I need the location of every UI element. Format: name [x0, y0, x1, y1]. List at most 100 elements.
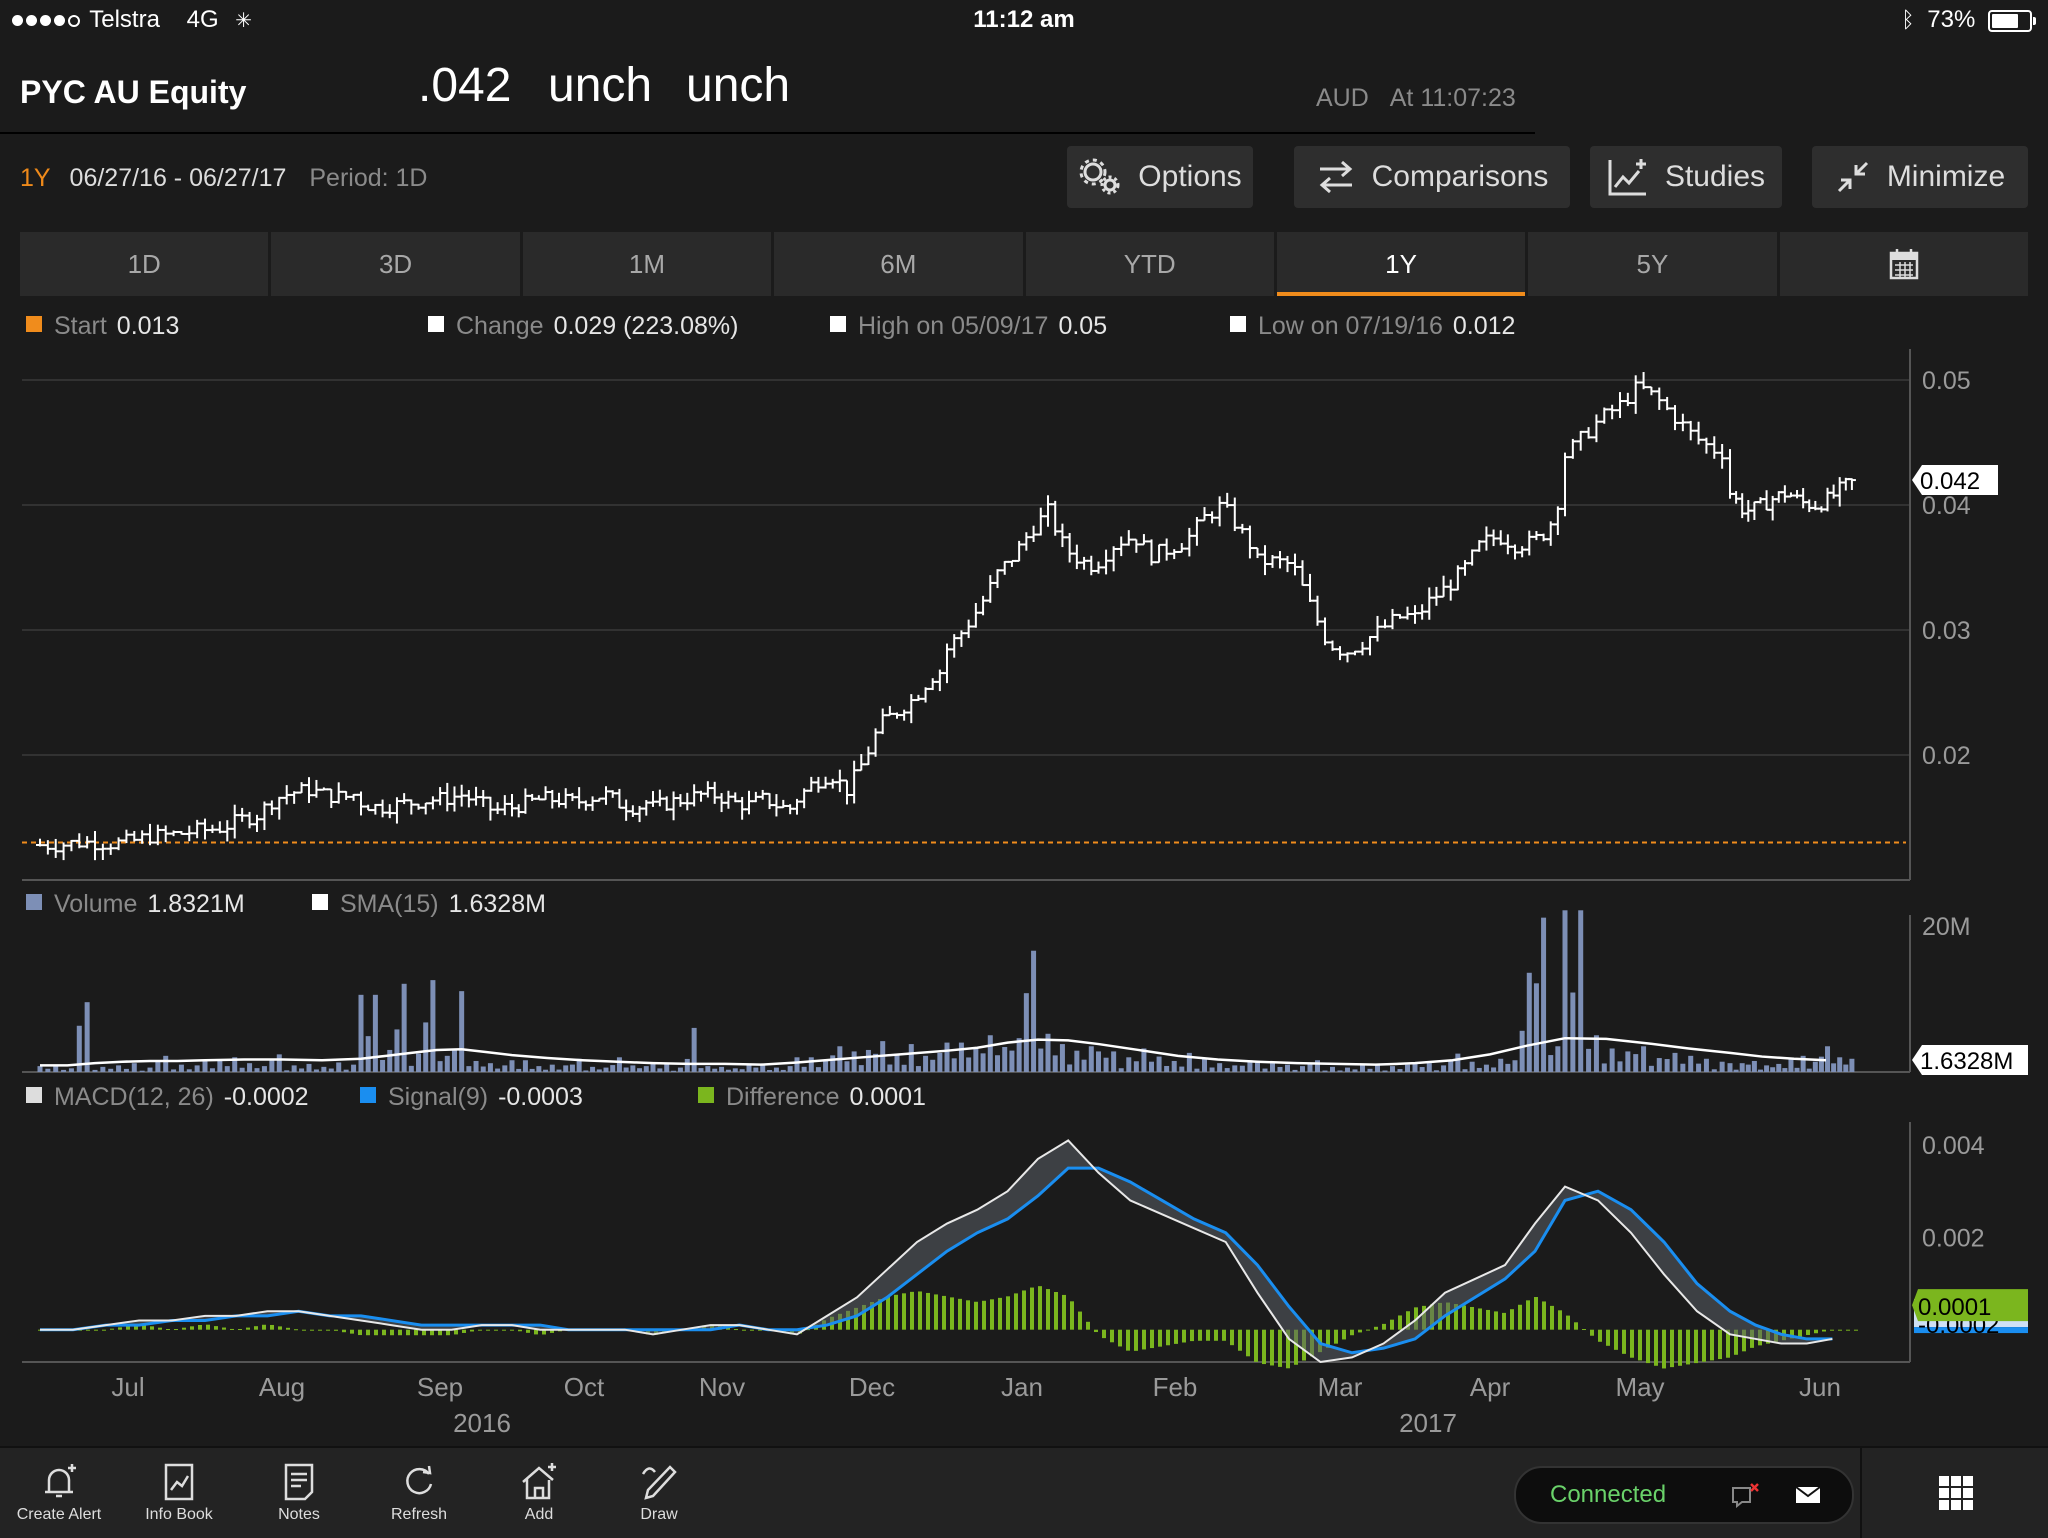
volume-bar	[171, 1069, 177, 1072]
volume-bar	[53, 1066, 59, 1072]
volume-bar	[306, 1063, 312, 1072]
volume-bar	[691, 1027, 697, 1072]
volume-bar	[1096, 1051, 1101, 1072]
x-month-label: Mar	[1318, 1372, 1363, 1402]
volume-bar	[45, 1068, 51, 1072]
volume-bar	[1711, 1069, 1717, 1072]
volume-bar	[1111, 1051, 1117, 1072]
difference-bar	[1150, 1329, 1154, 1349]
draw-label: Draw	[640, 1506, 678, 1523]
volume-bar	[1601, 1063, 1607, 1072]
volume-bar	[1648, 1065, 1654, 1072]
volume-bar	[1578, 910, 1584, 1072]
notes-button[interactable]: Notes	[244, 1462, 354, 1524]
volume-bar	[746, 1065, 752, 1072]
volume-bar	[915, 1066, 921, 1072]
volume-bar	[1067, 1064, 1073, 1072]
volume-bar	[1831, 1063, 1837, 1072]
connection-status[interactable]: Connected	[1514, 1466, 1854, 1524]
volume-bar	[37, 1066, 43, 1072]
create-alert-button[interactable]: Create Alert	[4, 1462, 114, 1524]
x-month-label: Nov	[699, 1372, 745, 1402]
launchpad-button[interactable]	[1860, 1448, 2048, 1538]
volume-bar	[616, 1057, 622, 1072]
difference-bar	[918, 1291, 922, 1330]
difference-bar	[1078, 1311, 1082, 1330]
difference-bar	[1374, 1326, 1378, 1330]
draw-button[interactable]: Draw	[604, 1462, 714, 1524]
volume-bar	[408, 1065, 414, 1072]
difference-bar	[310, 1329, 314, 1331]
macd-tick-label: 0.002	[1922, 1224, 1985, 1252]
difference-bar	[1238, 1329, 1242, 1351]
refresh-icon	[406, 1465, 433, 1495]
difference-bar	[166, 1329, 170, 1331]
difference-bar	[222, 1327, 226, 1330]
difference-bar	[750, 1329, 754, 1331]
volume-bar	[108, 1068, 114, 1072]
volume-bar	[1455, 1053, 1461, 1072]
x-month-label: Feb	[1153, 1372, 1198, 1402]
volume-bar	[1462, 1069, 1468, 1072]
volume-bar	[1849, 1058, 1855, 1072]
volume-bar	[1171, 1060, 1177, 1072]
volume-bar	[1764, 1065, 1770, 1072]
difference-bar	[1702, 1329, 1706, 1362]
difference-bar	[326, 1329, 330, 1331]
volume-bar	[1103, 1057, 1109, 1072]
volume-bar	[1412, 1063, 1418, 1072]
volume-bar	[437, 1061, 443, 1072]
volume-bar	[1448, 1060, 1454, 1072]
volume-bar	[753, 1067, 759, 1072]
volume-bar	[92, 1069, 98, 1072]
difference-bar	[1630, 1329, 1634, 1358]
difference-bar	[1014, 1293, 1018, 1330]
difference-bar	[950, 1297, 954, 1330]
volume-bar	[336, 1062, 342, 1072]
difference-bar	[262, 1324, 266, 1330]
refresh-button[interactable]: Refresh	[364, 1462, 474, 1524]
difference-bar	[1502, 1312, 1506, 1330]
info-book-button[interactable]: Info Book	[124, 1462, 234, 1524]
difference-bar	[1086, 1321, 1090, 1330]
volume-bar	[590, 1066, 596, 1072]
difference-bar	[1390, 1319, 1394, 1330]
volume-bar	[808, 1057, 814, 1072]
difference-bar	[1230, 1329, 1234, 1346]
volume-bar	[224, 1066, 230, 1072]
connected-label: Connected	[1550, 1481, 1667, 1508]
difference-bar	[390, 1329, 394, 1336]
macd-tick-label: 0.004	[1922, 1132, 1985, 1160]
difference-bar	[1382, 1323, 1386, 1330]
difference-bar	[1126, 1329, 1130, 1351]
difference-bar	[1582, 1329, 1586, 1331]
difference-bar	[190, 1326, 194, 1330]
difference-bar	[398, 1329, 402, 1336]
difference-bar	[1574, 1322, 1578, 1330]
difference-bar	[198, 1324, 202, 1330]
volume-bar	[973, 1048, 979, 1072]
volume-bar	[116, 1065, 122, 1072]
difference-bar	[526, 1329, 530, 1333]
difference-bar	[1166, 1329, 1170, 1346]
price-chart[interactable]: 0.05 0.04 0.03 0.02 0.042 20M 1.6328M 0.004 0.00…	[0, 0, 2048, 1446]
volume-bar	[987, 1035, 993, 1072]
difference-bar	[238, 1329, 242, 1331]
difference-bar	[1046, 1289, 1050, 1330]
difference-bar	[318, 1329, 322, 1331]
volume-bar	[139, 1070, 145, 1072]
volume-bar	[1179, 1066, 1185, 1072]
price-tick-label: 0.02	[1922, 742, 1971, 770]
difference-bar	[206, 1324, 210, 1330]
volume-bars	[37, 910, 1855, 1072]
difference-bar	[1198, 1329, 1202, 1341]
volume-bar	[380, 1059, 386, 1072]
add-label: Add	[524, 1506, 554, 1523]
volume-bar	[1719, 1061, 1725, 1072]
volume-bar	[1156, 1056, 1162, 1072]
volume-bar	[1390, 1066, 1395, 1072]
volume-bar	[610, 1065, 616, 1072]
add-button[interactable]: Add	[484, 1462, 594, 1524]
volume-bar	[1031, 950, 1037, 1072]
volume-bar	[1688, 1055, 1694, 1072]
